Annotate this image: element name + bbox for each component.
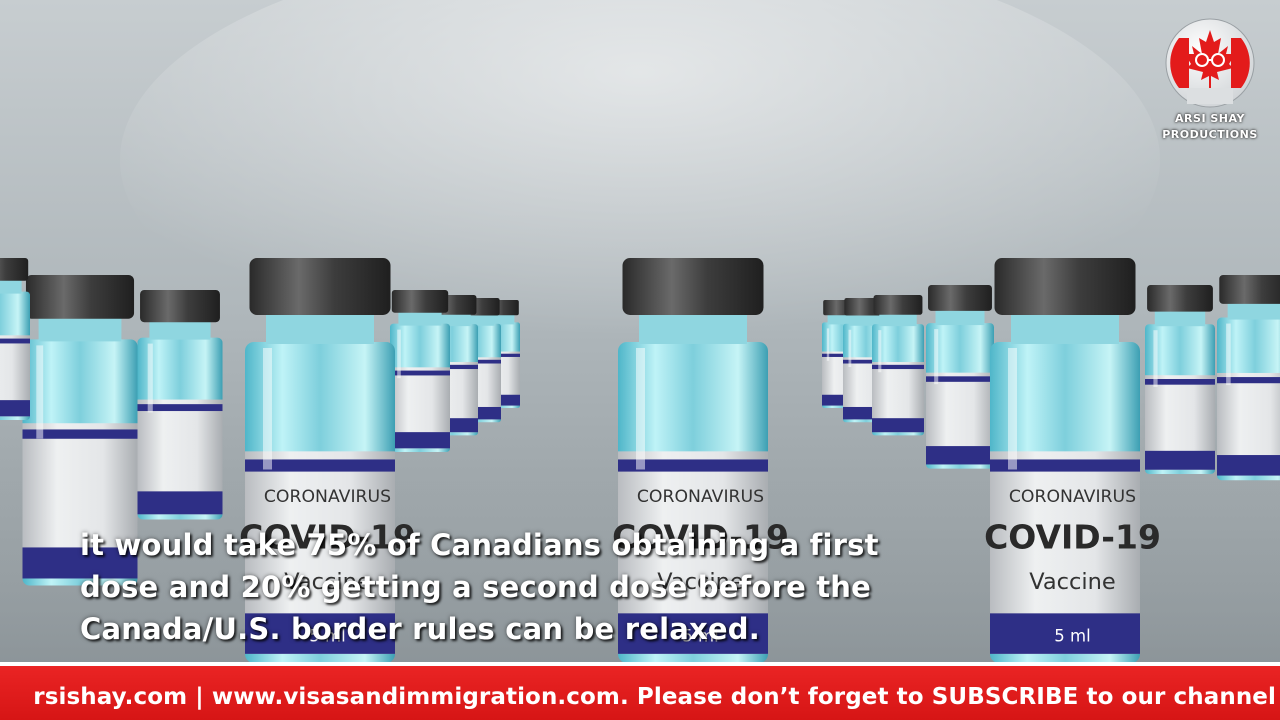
vial-label-main: COVID-19 — [984, 518, 1161, 557]
caption-line1: it would take 75% of Canadians obtaining… — [80, 528, 879, 562]
vial-label-top: CORONAVIRUS — [264, 487, 391, 507]
vial-label-sub: Vaccine — [1029, 569, 1116, 595]
vial-label-volume: 5 ml — [1054, 627, 1090, 646]
logo-line2: PRODUCTIONS — [1162, 128, 1258, 141]
vaccine-vial — [390, 290, 450, 452]
vaccine-vial — [872, 295, 924, 436]
caption-line2: dose and 20% getting a second dose befor… — [80, 570, 872, 604]
vial-label-top: CORONAVIRUS — [1009, 487, 1136, 507]
channel-logo: ARSI SHAY PRODUCTIONS — [1160, 18, 1260, 143]
logo-line1: ARSI SHAY — [1175, 112, 1245, 125]
ticker-text: rsishay.com | www.visasandimmigration.co… — [33, 684, 1276, 710]
maple-leaf-icon — [1165, 18, 1255, 108]
subtitle-caption: it would take 75% of Canadians obtaining… — [80, 524, 900, 650]
caption-line3: Canada/U.S. border rules can be relaxed. — [80, 612, 760, 646]
news-ticker: rsishay.com | www.visasandimmigration.co… — [0, 662, 1280, 720]
vaccine-vial — [926, 285, 994, 469]
vial-label-top: CORONAVIRUS — [637, 487, 764, 507]
vaccine-vial — [137, 290, 223, 520]
vaccine-vial — [1145, 285, 1215, 474]
